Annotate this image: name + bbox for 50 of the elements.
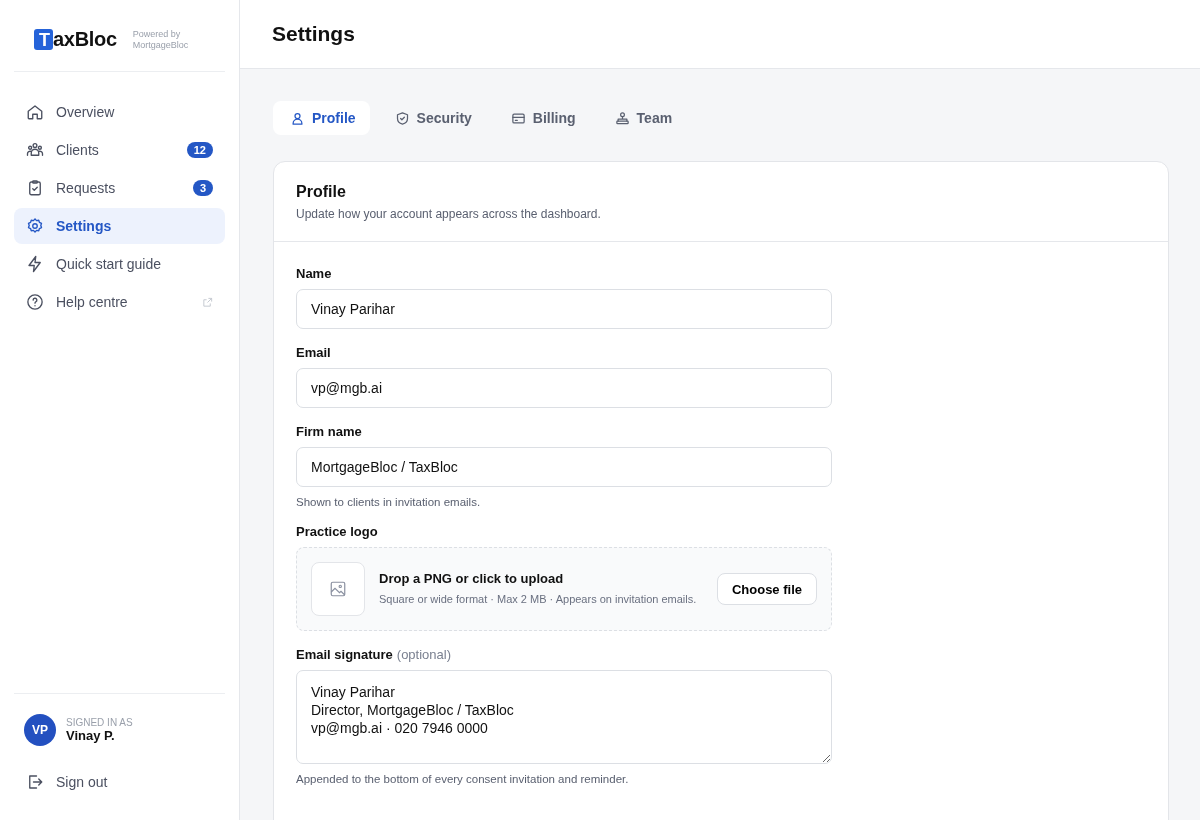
tab[interactable]: Team [597,101,687,135]
optional-note: (optional) [396,647,451,662]
upload-description: Square or wide format · Max 2 MB · Appears on invitation emails. [379,591,698,607]
sidebar-item[interactable]: Help centre [14,284,225,320]
sign-out-link[interactable]: Sign out [14,764,225,800]
field-label: Practice logo [296,524,378,539]
count-badge: 3 [192,180,213,196]
settings-icon [26,217,44,235]
team-icon [614,110,630,126]
signed-in-caption: SIGNED IN AS [66,717,133,728]
sidebar-item[interactable]: Settings [14,208,225,244]
lightning-icon [26,255,44,273]
upload-title: Drop a PNG or click to upload [379,570,565,586]
upload-dropzone[interactable]: Drop a PNG or click to upload Square or wide format · Max 2 MB · Appears on invitation emails. Choose file [296,547,832,631]
sidebar-item[interactable]: Requests 3 [14,170,225,206]
text-field[interactable]: vp@mgb.ai [296,368,832,408]
person-icon [290,110,305,126]
tab[interactable]: Billing [493,101,590,135]
help-text: Shown to clients in invitation emails. [296,496,482,508]
card-subtitle: Update how your account appears across the dashboard. [296,207,602,221]
sidebar-item[interactable]: Overview [14,94,225,130]
text-field[interactable]: MortgageBloc / TaxBloc [296,447,832,487]
shield-icon [394,110,410,126]
count-badge: 12 [186,142,213,158]
image-icon [329,580,347,598]
sidebar-item[interactable]: Clients 12 [14,132,225,168]
sign-out-icon [26,773,44,791]
help-text: Appended to the bottom of every consent invitation and reminder. [296,773,630,785]
card-icon [510,110,526,126]
field-label: Firm name [296,424,362,439]
field-label: Email signature [296,647,393,662]
card-title: Profile [296,183,347,201]
page-title: Settings [272,22,355,46]
field-label: Email [296,345,331,360]
logo-text: axBloc [53,28,117,51]
choose-file-button[interactable]: Choose file [716,573,817,605]
sidebar-item[interactable]: Quick start guide [14,246,225,282]
field-label: Name [296,266,332,281]
help-icon [26,293,44,311]
tab[interactable]: Security [377,101,486,135]
clipboard-icon [26,179,44,197]
people-icon [26,141,44,159]
signature-field[interactable]: Vinay Parihar Director, MortgageBloc / TaxBloc vp@mgb.ai · 020 7946 0000 [296,670,832,764]
user-name: Vinay P. [66,728,116,743]
text-field[interactable]: Vinay Parihar [296,289,832,329]
user-avatar: VP [24,714,56,746]
home-icon [26,103,44,121]
logo-mark: T [34,29,53,50]
tab[interactable]: Profile [273,101,370,135]
powered-by-text: Powered by MortgageBloc [132,28,189,51]
